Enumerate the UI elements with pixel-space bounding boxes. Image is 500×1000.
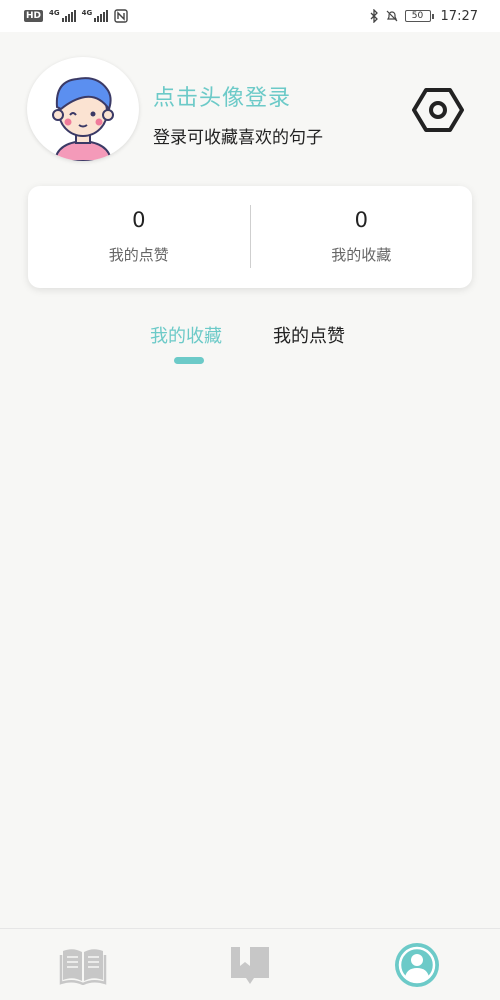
bottom-nav [0,928,500,1000]
signal-icon: 4G [49,10,76,22]
my-likes-stat[interactable]: 0 我的点赞 [28,186,250,288]
avatar-icon [52,77,114,161]
likes-label: 我的点赞 [108,246,169,264]
signal-icon-2: 4G [82,10,109,22]
network-label: 4G [49,9,60,17]
nav-item-bookmarks[interactable] [210,935,290,995]
settings-hex-icon [412,88,464,132]
status-bar: HD 4G 4G 50 17:27 [0,0,500,32]
favorites-count: 0 [354,208,368,232]
nav-item-profile[interactable] [377,935,457,995]
clock: 17:27 [440,8,478,24]
nfc-icon [114,9,128,23]
battery-icon: 50 [404,10,434,22]
bookmark-icon [230,946,269,984]
favorites-label: 我的收藏 [331,246,392,264]
bluetooth-icon [370,9,378,23]
settings-button[interactable] [411,86,465,134]
avatar-button[interactable] [27,57,139,161]
profile-icon [394,942,439,987]
status-right: 50 17:27 [369,9,478,24]
nav-item-library[interactable] [43,935,123,995]
book-icon [60,948,107,985]
tab-my-favorites[interactable]: 我的收藏 [150,322,222,348]
likes-count: 0 [132,208,146,232]
hd-badge: HD [24,10,44,22]
active-tab-indicator [174,357,204,364]
status-left: HD 4G 4G [24,9,128,23]
network-label-2: 4G [81,9,93,17]
login-prompt[interactable]: 点击头像登录 [153,80,291,112]
tab-my-likes[interactable]: 我的点赞 [273,322,345,348]
login-subtitle: 登录可收藏喜欢的句子 [153,128,323,148]
mute-bell-icon [386,10,397,22]
stats-card: 0 我的点赞 0 我的收藏 [28,186,472,288]
screen: HD 4G 4G 50 17:27 点击头像登录 登录可收藏喜欢的句子 0 我的… [0,0,500,1000]
my-favorites-stat[interactable]: 0 我的收藏 [251,186,473,288]
